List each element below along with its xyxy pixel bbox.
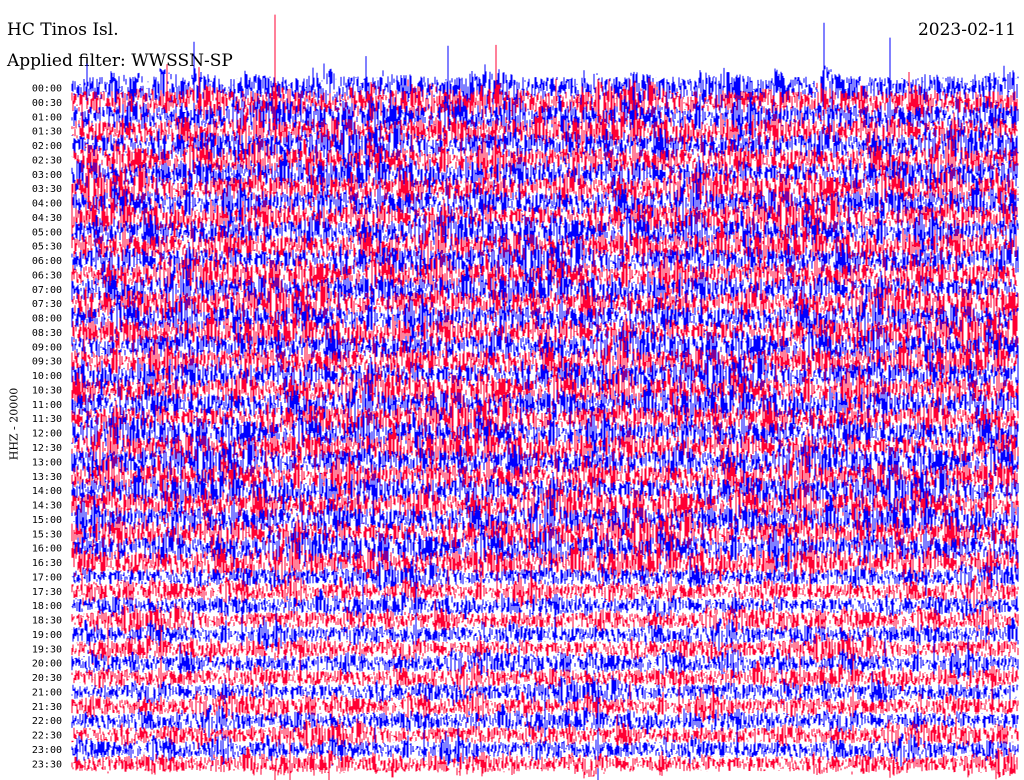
time-label: 07:00 — [32, 285, 62, 296]
time-label: 19:30 — [32, 644, 62, 655]
time-label: 10:30 — [32, 385, 62, 396]
time-label: 14:30 — [32, 501, 62, 512]
time-label: 00:30 — [32, 98, 62, 109]
time-label-group: 00:00 00:30 01:00 01:30 02:00 02:30 03:00 03:30… — [32, 84, 62, 771]
time-label: 06:00 — [32, 256, 62, 267]
time-label: 23:00 — [32, 745, 62, 756]
time-label: 17:30 — [32, 587, 62, 598]
time-label: 20:00 — [32, 659, 62, 670]
time-label: 18:30 — [32, 616, 62, 627]
time-label: 12:30 — [32, 443, 62, 454]
time-label: 08:30 — [32, 328, 62, 339]
time-label: 09:30 — [32, 357, 62, 368]
time-label: 13:30 — [32, 472, 62, 483]
time-label: 01:00 — [32, 112, 62, 123]
time-label: 07:30 — [32, 299, 62, 310]
time-label: 06:30 — [32, 270, 62, 281]
time-label: 21:30 — [32, 702, 62, 713]
time-label: 23:30 — [32, 759, 62, 770]
time-label: 04:30 — [32, 213, 62, 224]
trace-group — [71, 14, 1019, 780]
time-label: 02:30 — [32, 155, 62, 166]
time-label: 11:30 — [32, 414, 62, 425]
time-label: 20:30 — [32, 673, 62, 684]
time-label: 03:00 — [32, 170, 62, 181]
time-label: 15:00 — [32, 515, 62, 526]
time-label: 03:30 — [32, 184, 62, 195]
time-label: 21:00 — [32, 687, 62, 698]
time-label: 14:00 — [32, 486, 62, 497]
time-label: 15:30 — [32, 529, 62, 540]
time-label: 01:30 — [32, 127, 62, 138]
time-label: 17:00 — [32, 572, 62, 583]
time-label: 22:00 — [32, 716, 62, 727]
time-label: 22:30 — [32, 731, 62, 742]
time-label: 16:00 — [32, 544, 62, 555]
time-label: 18:00 — [32, 601, 62, 612]
time-label: 05:30 — [32, 242, 62, 253]
time-label: 19:00 — [32, 630, 62, 641]
time-label: 00:00 — [32, 84, 62, 95]
time-label: 04:00 — [32, 199, 62, 210]
time-label: 13:00 — [32, 457, 62, 468]
time-label: 05:00 — [32, 227, 62, 238]
time-label: 09:00 — [32, 342, 62, 353]
time-label: 11:00 — [32, 400, 62, 411]
time-label: 12:00 — [32, 429, 62, 440]
time-label: 08:00 — [32, 314, 62, 325]
helicorder-plot: 00:00 00:30 01:00 01:30 02:00 02:30 03:00 03:30… — [32, 14, 1019, 780]
time-label: 02:00 — [32, 141, 62, 152]
time-label: 16:30 — [32, 558, 62, 569]
time-label: 10:00 — [32, 371, 62, 382]
